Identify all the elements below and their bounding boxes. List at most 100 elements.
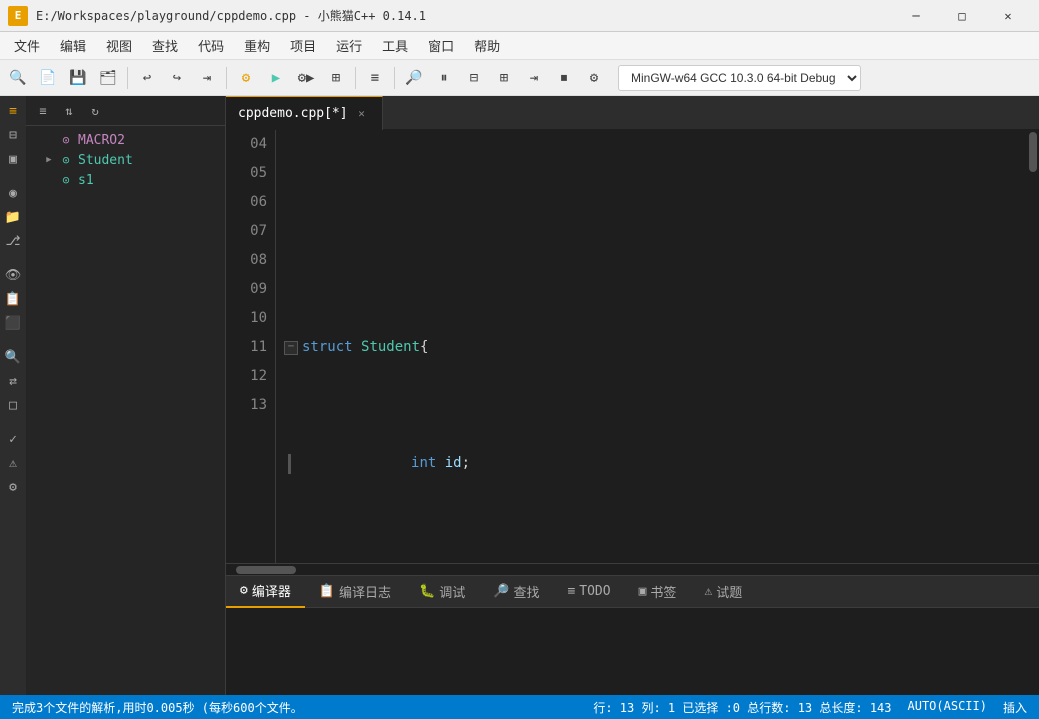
scroll-thumb[interactable] <box>1029 132 1037 172</box>
toolbar-btn-settings[interactable]: ⚙ <box>580 64 608 92</box>
var-id: id <box>445 449 462 478</box>
toolbar-btn-stop[interactable]: ⏹ <box>550 64 578 92</box>
toolbar-btn-run[interactable]: ▶ <box>262 64 290 92</box>
toolbar-btn-grid[interactable]: ⊞ <box>322 64 350 92</box>
menu-tools[interactable]: 工具 <box>372 32 418 60</box>
menu-refactor[interactable]: 重构 <box>234 32 280 60</box>
toolbar-btn-search[interactable]: 🔎 <box>400 64 428 92</box>
toolbar-btn-save[interactable]: 💾 <box>64 64 92 92</box>
sidebar-icon-watch[interactable]: 👁 <box>2 264 24 286</box>
sidebar-icon-replace[interactable]: ⇄ <box>2 370 24 392</box>
toolbar-btn-format2[interactable]: ⊞ <box>490 64 518 92</box>
bottom-tab-problems[interactable]: ⚠ 试题 <box>690 576 756 608</box>
sidebar-icon-bookmark[interactable]: ▣ <box>2 148 24 170</box>
status-encoding: AUTO(ASCII) <box>908 699 987 716</box>
toolbar-btn-open[interactable]: 📄 <box>34 64 62 92</box>
menu-code[interactable]: 代码 <box>188 32 234 60</box>
sidebar-icon-classes[interactable]: ◉ <box>2 182 24 204</box>
toolbar-btn-clean[interactable]: ≡ <box>361 64 389 92</box>
sidebar-icon-symbols[interactable]: ⊟ <box>2 124 24 146</box>
panel-sort-btn[interactable]: ≡ <box>32 100 54 122</box>
toolbar-btn-step[interactable]: ⇥ <box>520 64 548 92</box>
toolbar-sep-1 <box>127 67 128 89</box>
menu-edit[interactable]: 编辑 <box>50 32 96 60</box>
code-editor[interactable]: 04 05 06 07 08 09 10 11 12 13 ─ struct S… <box>226 130 1039 563</box>
menu-search[interactable]: 查找 <box>142 32 188 60</box>
minimize-button[interactable]: ─ <box>893 0 939 32</box>
editor-area: cppdemo.cpp[*] ✕ 04 05 06 07 08 09 10 11… <box>226 96 1039 695</box>
toolbar-btn-run-debug[interactable]: ⚙▶ <box>292 64 320 92</box>
compiler-tab-icon: ⚙ <box>240 583 248 598</box>
status-message: 完成3个文件的解析,用时0.005秒 (每秒600个文件。 <box>12 699 303 716</box>
tree-label-macro2: MACRO2 <box>78 133 125 148</box>
h-scroll-thumb[interactable] <box>236 566 296 574</box>
menu-view[interactable]: 视图 <box>96 32 142 60</box>
panel-toolbar: ≡ ⇅ ↻ <box>26 96 225 126</box>
menu-file[interactable]: 文件 <box>4 32 50 60</box>
code-line-04 <box>284 217 1027 246</box>
code-content[interactable]: ─ struct Student{ int id; std::string na… <box>276 130 1027 563</box>
toolbar-btn-undo[interactable]: ↩ <box>133 64 161 92</box>
menu-window[interactable]: 窗口 <box>418 32 464 60</box>
close-button[interactable]: ✕ <box>985 0 1031 32</box>
sidebar-icon-search2[interactable]: 🔍 <box>2 346 24 368</box>
app-icon: E <box>8 6 28 26</box>
tab-cppdemo[interactable]: cppdemo.cpp[*] ✕ <box>226 96 383 130</box>
toolbar-btn-format[interactable]: ⊟ <box>460 64 488 92</box>
maximize-button[interactable]: □ <box>939 0 985 32</box>
compile-log-label: 编译日志 <box>339 582 391 601</box>
tree-item-student[interactable]: ▶ ⊙ Student <box>26 150 225 170</box>
struct-icon: ⊙ <box>58 152 74 168</box>
var-icon: ⊙ <box>58 172 74 188</box>
status-right: 行: 13 列: 1 已选择 :0 总行数: 13 总长度: 143 AUTO(… <box>593 699 1027 716</box>
sidebar-icon-stack[interactable]: ⬛ <box>2 312 24 334</box>
tree-arrow-macro2 <box>42 133 56 147</box>
todo-tab-label: TODO <box>579 584 610 599</box>
panel-expand-btn[interactable]: ⇅ <box>58 100 80 122</box>
status-line-col: 行: 13 列: 1 已选择 :0 总行数: 13 总长度: 143 <box>593 699 891 716</box>
toolbar-btn-saveall[interactable]: 🗂 <box>94 64 122 92</box>
toolbar-btn-indent[interactable]: ⇥ <box>193 64 221 92</box>
debug-tab-label: 调试 <box>439 582 465 601</box>
sidebar-icon-outline[interactable]: ≡ <box>2 100 24 122</box>
outline-tree: ⊙ MACRO2 ▶ ⊙ Student ⊙ s1 <box>26 126 225 695</box>
compile-log-icon: 📋 <box>319 584 335 599</box>
bottom-tab-bookmark[interactable]: ▣ 书签 <box>625 576 691 608</box>
menu-run[interactable]: 运行 <box>326 32 372 60</box>
punct-semi-06: ; <box>462 449 470 478</box>
bottom-tab-todo[interactable]: ≡ TODO <box>553 576 624 608</box>
bottom-tab-compiler[interactable]: ⚙ 编译器 <box>226 576 305 608</box>
sidebar-icon-test[interactable]: ⚙ <box>2 476 24 498</box>
todo-tab-icon: ≡ <box>567 584 575 599</box>
panel-refresh-btn[interactable]: ↻ <box>84 100 106 122</box>
sidebar-icon-extra[interactable]: □ <box>2 394 24 416</box>
menu-project[interactable]: 项目 <box>280 32 326 60</box>
bottom-content <box>226 608 1039 695</box>
bookmark-tab-label: 书签 <box>650 582 676 601</box>
sidebar-icon-git[interactable]: ⎇ <box>2 230 24 252</box>
fold-btn-05[interactable]: ─ <box>284 341 298 355</box>
sidebar-icon-problems2[interactable]: ⚠ <box>2 452 24 474</box>
toolbar-sep-4 <box>394 67 395 89</box>
tab-close-btn[interactable]: ✕ <box>354 105 370 121</box>
toolbar-btn-compile[interactable]: ⚙ <box>232 64 260 92</box>
left-panel: ≡ ⇅ ↻ ⊙ MACRO2 ▶ ⊙ Student ⊙ s1 <box>26 96 226 695</box>
sidebar-icon-locals[interactable]: 📋 <box>2 288 24 310</box>
tree-item-macro2[interactable]: ⊙ MACRO2 <box>26 130 225 150</box>
toolbar-btn-pause[interactable]: ⏸ <box>430 64 458 92</box>
tree-label-s1: s1 <box>78 173 94 188</box>
toolbar-btn-redo[interactable]: ↪ <box>163 64 191 92</box>
bookmark-tab-icon: ▣ <box>639 584 647 599</box>
sidebar-icon-todo[interactable]: ✓ <box>2 428 24 450</box>
editor-horizontal-scrollbar[interactable] <box>226 563 1039 575</box>
bottom-tab-debug[interactable]: 🐛 调试 <box>405 576 479 608</box>
sidebar-icon-files[interactable]: 📁 <box>2 206 24 228</box>
bottom-tab-search[interactable]: 🔎 查找 <box>479 576 553 608</box>
bottom-tab-compile-log[interactable]: 📋 编译日志 <box>305 576 405 608</box>
menu-help[interactable]: 帮助 <box>464 32 510 60</box>
tree-item-s1[interactable]: ⊙ s1 <box>26 170 225 190</box>
punct-brace: { <box>420 333 428 362</box>
toolbar-btn-new[interactable]: 🔍 <box>4 64 32 92</box>
compiler-selector[interactable]: MinGW-w64 GCC 10.3.0 64-bit Debug <box>618 65 861 91</box>
vertical-scrollbar[interactable] <box>1027 130 1039 563</box>
